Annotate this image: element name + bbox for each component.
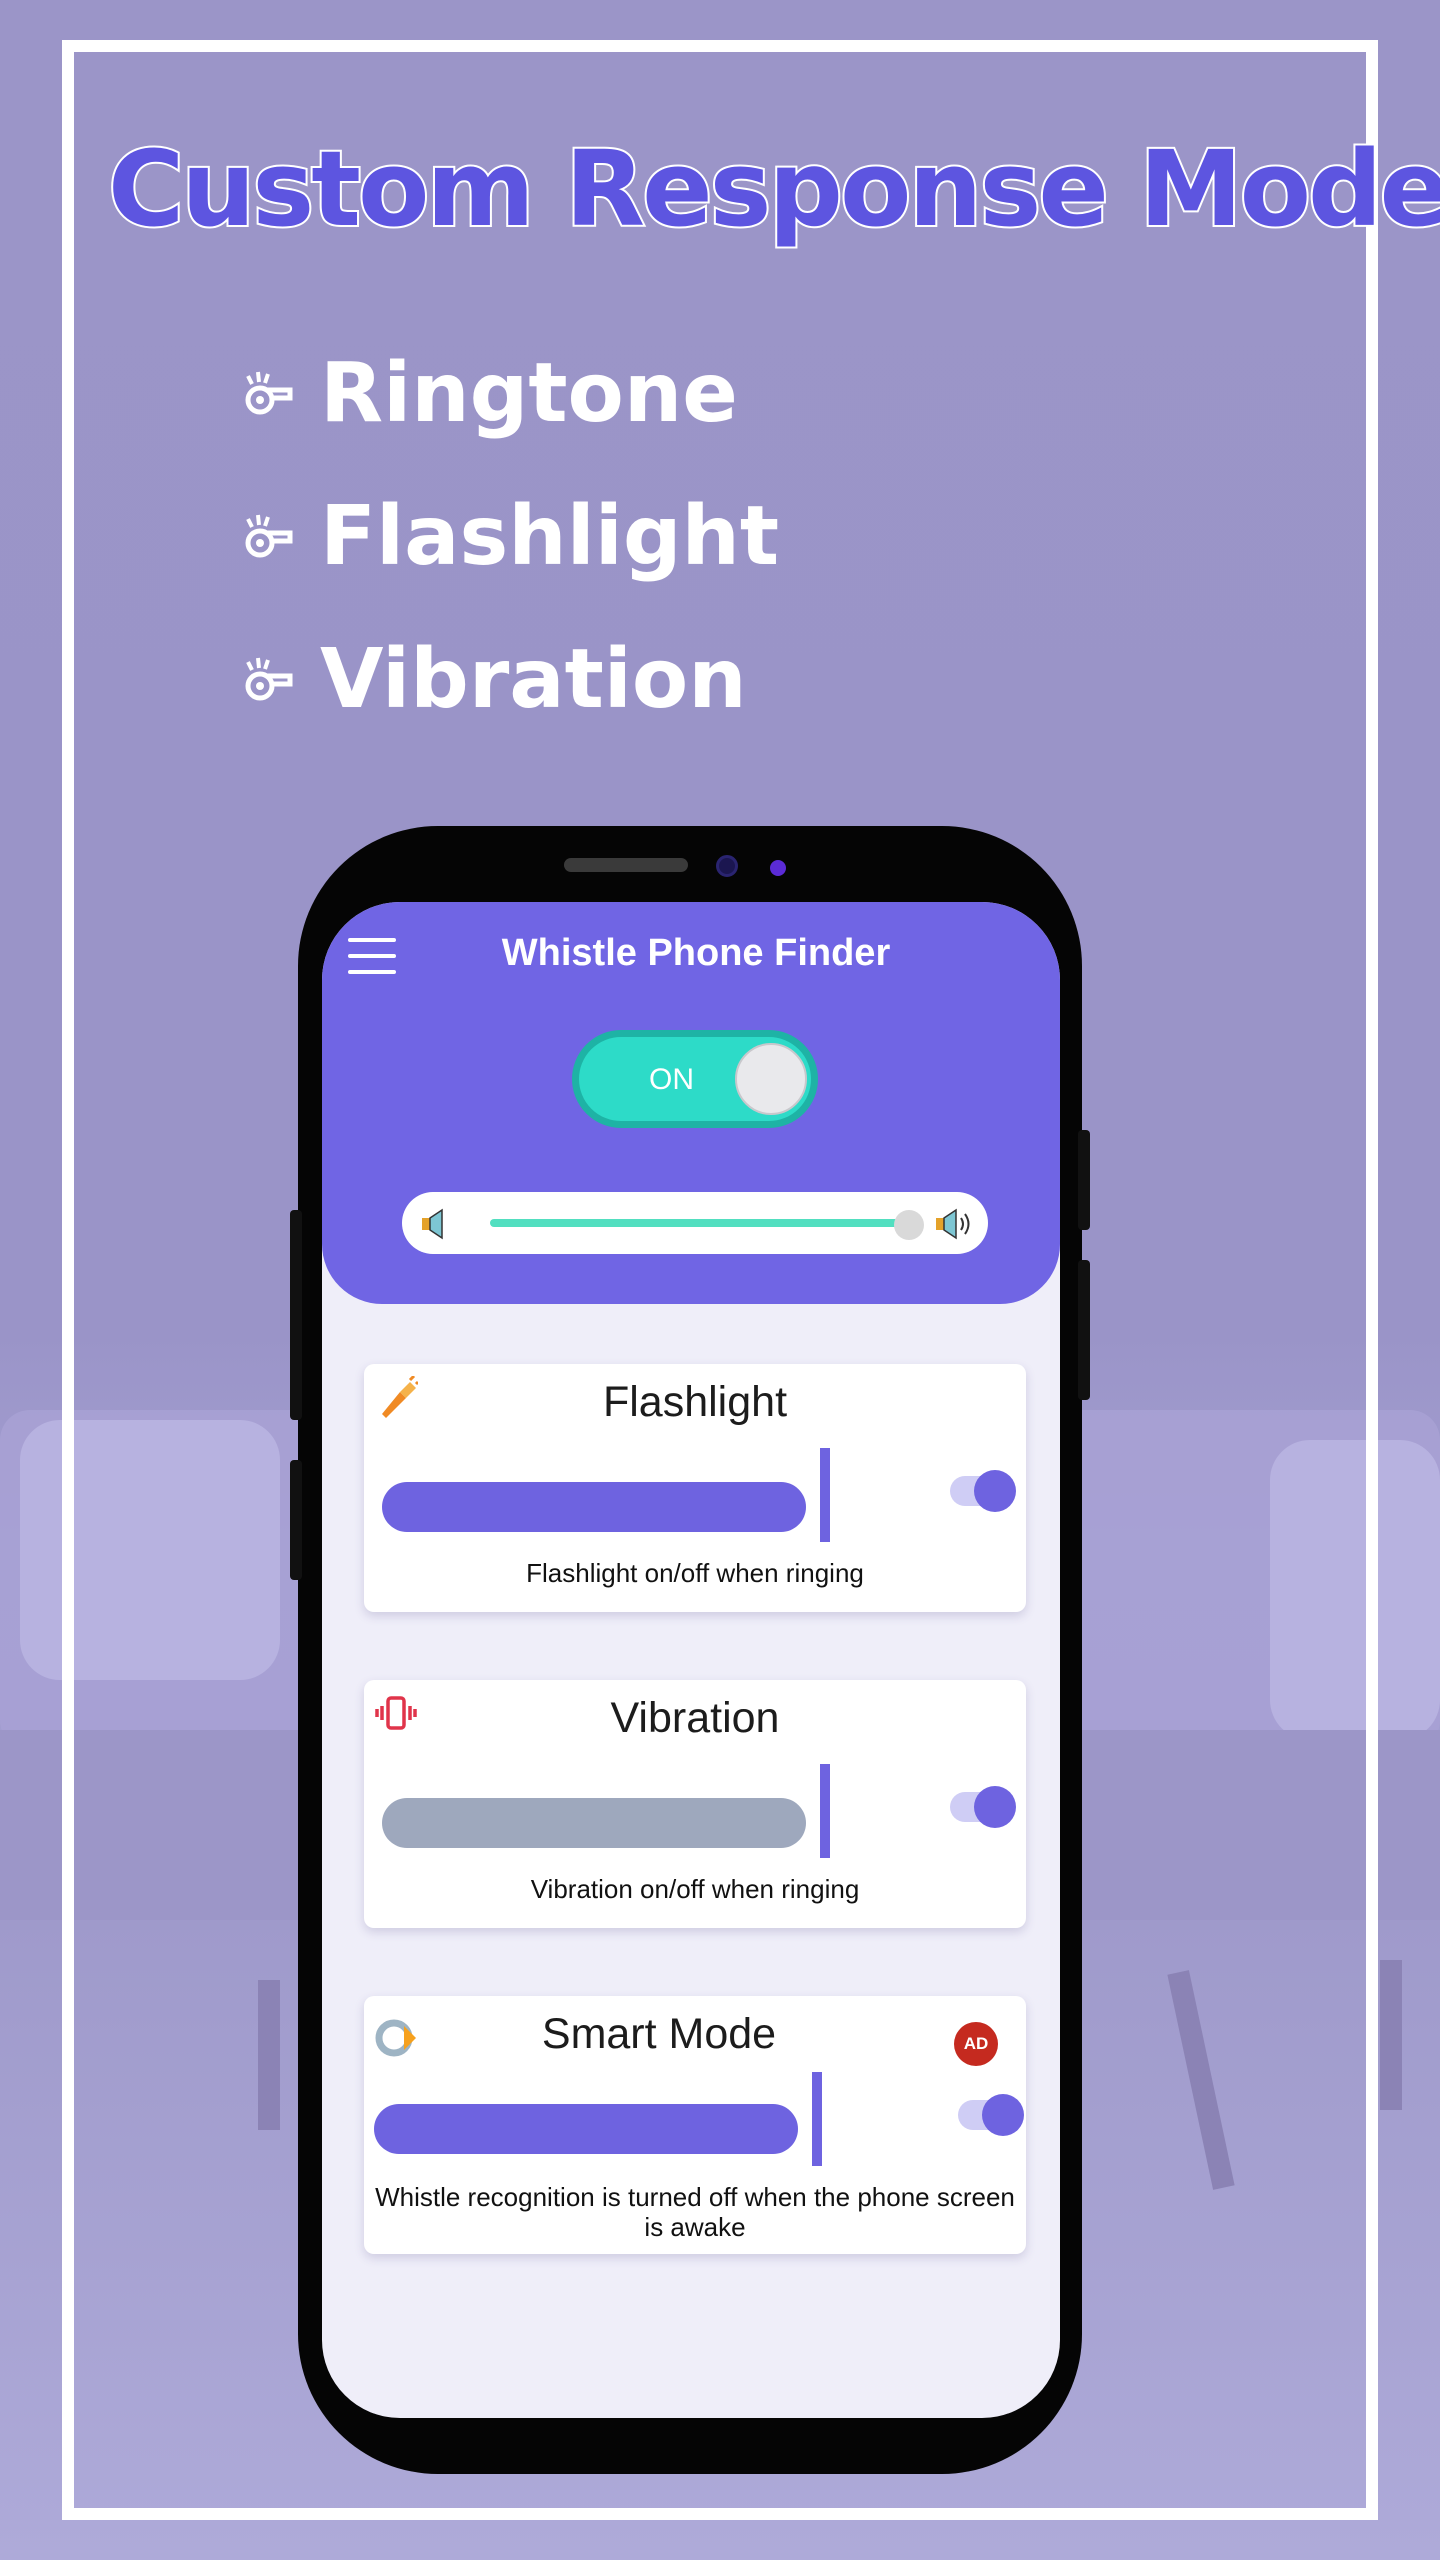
phone-side-button [1078,1260,1090,1400]
switch-knob [982,2094,1024,2136]
phone-speaker [564,858,688,872]
flashlight-level-bar[interactable] [382,1482,806,1532]
feature-item-flashlight: Flashlight [240,465,779,608]
phone-side-button [290,1210,302,1420]
smart-mode-card: Smart Mode AD Whistle recognition is tur… [364,1996,1026,2254]
toggle-knob [735,1043,807,1115]
bar-divider [812,2072,822,2166]
card-title: Smart Mode [541,2010,777,2058]
volume-low-icon [422,1208,443,1240]
feature-label: Vibration [320,632,747,727]
flashlight-switch[interactable] [950,1470,1016,1512]
feature-item-ringtone: Ringtone [240,322,779,465]
volume-track [490,1219,909,1227]
card-title: Flashlight [602,1378,788,1426]
whistle-icon [245,514,293,557]
feature-item-vibration: Vibration [240,608,779,751]
app-screen: Whistle Phone Finder ON Flashlight Flash… [322,902,1060,2418]
card-description: Whistle recognition is turned off when t… [375,2182,1015,2242]
toggle-label: ON [649,1063,694,1096]
switch-knob [974,1786,1016,1828]
card-description: Vibration on/off when ringing [530,1874,860,1904]
bar-divider [820,1764,830,1858]
feature-label: Ringtone [320,346,738,441]
front-camera-icon [716,855,738,877]
flashlight-card: Flashlight Flashlight on/off when ringin… [364,1364,1026,1612]
app-header: Whistle Phone Finder ON [322,902,1060,1304]
card-title: Vibration [610,1694,780,1742]
smart-mode-switch[interactable] [958,2094,1024,2136]
phone-side-button [1078,1130,1090,1230]
volume-high-icon [936,1208,970,1240]
vibration-switch[interactable] [950,1786,1016,1828]
feature-label: Flashlight [320,489,780,584]
furniture-leg [1380,1960,1402,2110]
volume-slider[interactable] [402,1192,988,1254]
feature-list: Ringtone Flashlight Vibration [240,322,779,751]
sensor-icon [770,860,786,876]
smart-mode-level-bar[interactable] [374,2104,798,2154]
volume-thumb[interactable] [893,1210,924,1240]
vibration-card: Vibration Vibration on/off when ringing [364,1680,1026,1928]
whistle-icon [245,657,293,700]
main-on-off-toggle[interactable]: ON [572,1030,818,1128]
app-title: Whistle Phone Finder [501,932,891,974]
phone-side-button [290,1460,302,1580]
hamburger-menu-icon[interactable] [348,938,396,974]
ad-badge[interactable]: AD [954,2022,998,2066]
whistle-icon [245,371,293,414]
promo-headline: Custom Response Mode [106,126,1440,252]
bar-divider [820,1448,830,1542]
switch-knob [974,1470,1016,1512]
card-description: Flashlight on/off when ringing [526,1558,864,1588]
vibration-level-bar[interactable] [382,1798,806,1848]
